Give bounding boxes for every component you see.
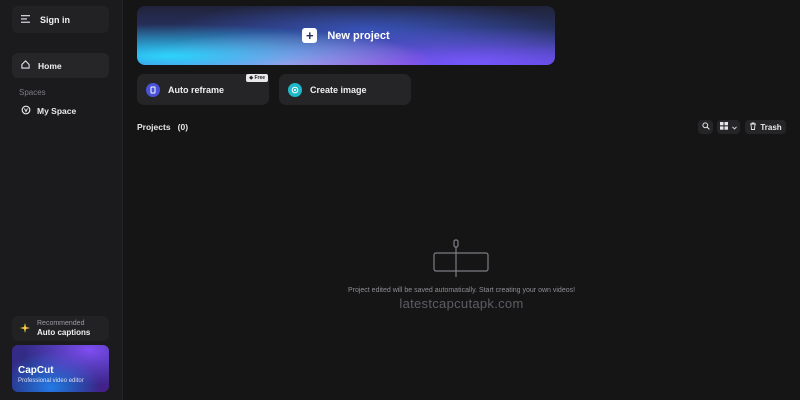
plus-icon: +	[302, 28, 318, 43]
trash-button[interactable]: Trash	[745, 120, 786, 134]
sidebar-item-label: My Space	[37, 106, 77, 116]
app-window: Sign in Home Spaces My Space Recommended…	[0, 0, 800, 400]
new-project-label: New project	[327, 29, 390, 42]
sign-in-label: Sign in	[40, 14, 70, 25]
promo-title: CapCut	[18, 365, 54, 376]
space-icon	[21, 105, 31, 117]
recommended-label: Recommended	[37, 319, 85, 327]
recommended-text: Recommended Auto captions	[37, 320, 90, 337]
menu-icon	[21, 14, 30, 25]
free-badge: ◆ Free	[246, 74, 268, 82]
projects-title: Projects	[137, 122, 171, 132]
spaces-heading: Spaces	[19, 88, 46, 97]
chevron-down-icon	[732, 123, 737, 132]
image-icon	[288, 82, 302, 97]
sidebar: Sign in Home Spaces My Space Recommended…	[0, 0, 123, 400]
recommended-auto-captions[interactable]: Recommended Auto captions	[12, 316, 109, 341]
new-project-banner[interactable]: + New project	[137, 6, 555, 65]
view-toggle-button[interactable]	[717, 120, 740, 134]
reframe-icon	[146, 82, 160, 97]
auto-reframe-card[interactable]: Auto reframe ◆ Free	[137, 74, 269, 105]
search-button[interactable]	[698, 120, 713, 134]
create-image-label: Create image	[310, 84, 367, 95]
recommended-title: Auto captions	[37, 327, 91, 337]
watermark-text: latestcapcutapk.com	[399, 296, 524, 311]
trash-label: Trash	[760, 122, 782, 132]
sparkle-icon	[20, 320, 30, 338]
sidebar-item-label: Home	[38, 60, 62, 71]
grid-icon	[720, 122, 729, 132]
sidebar-item-my-space[interactable]: My Space	[12, 100, 109, 122]
trash-icon	[749, 122, 757, 132]
empty-state-icon	[432, 239, 490, 279]
search-icon	[701, 122, 710, 132]
capcut-promo-card[interactable]: CapCut Professional video editor	[12, 345, 109, 392]
gem-icon: ◆	[249, 75, 254, 81]
auto-reframe-label: Auto reframe	[168, 84, 225, 95]
empty-state-message: Project edited will be saved automatical…	[347, 287, 576, 294]
sign-in-button[interactable]: Sign in	[12, 6, 109, 33]
projects-heading: Projects (0)	[137, 122, 188, 132]
free-badge-label: Free	[254, 75, 265, 81]
projects-count: (0)	[177, 122, 189, 132]
home-icon	[21, 60, 30, 71]
promo-subtitle: Professional video editor	[18, 378, 84, 384]
create-image-card[interactable]: Create image	[279, 74, 411, 105]
sidebar-item-home[interactable]: Home	[12, 53, 109, 78]
